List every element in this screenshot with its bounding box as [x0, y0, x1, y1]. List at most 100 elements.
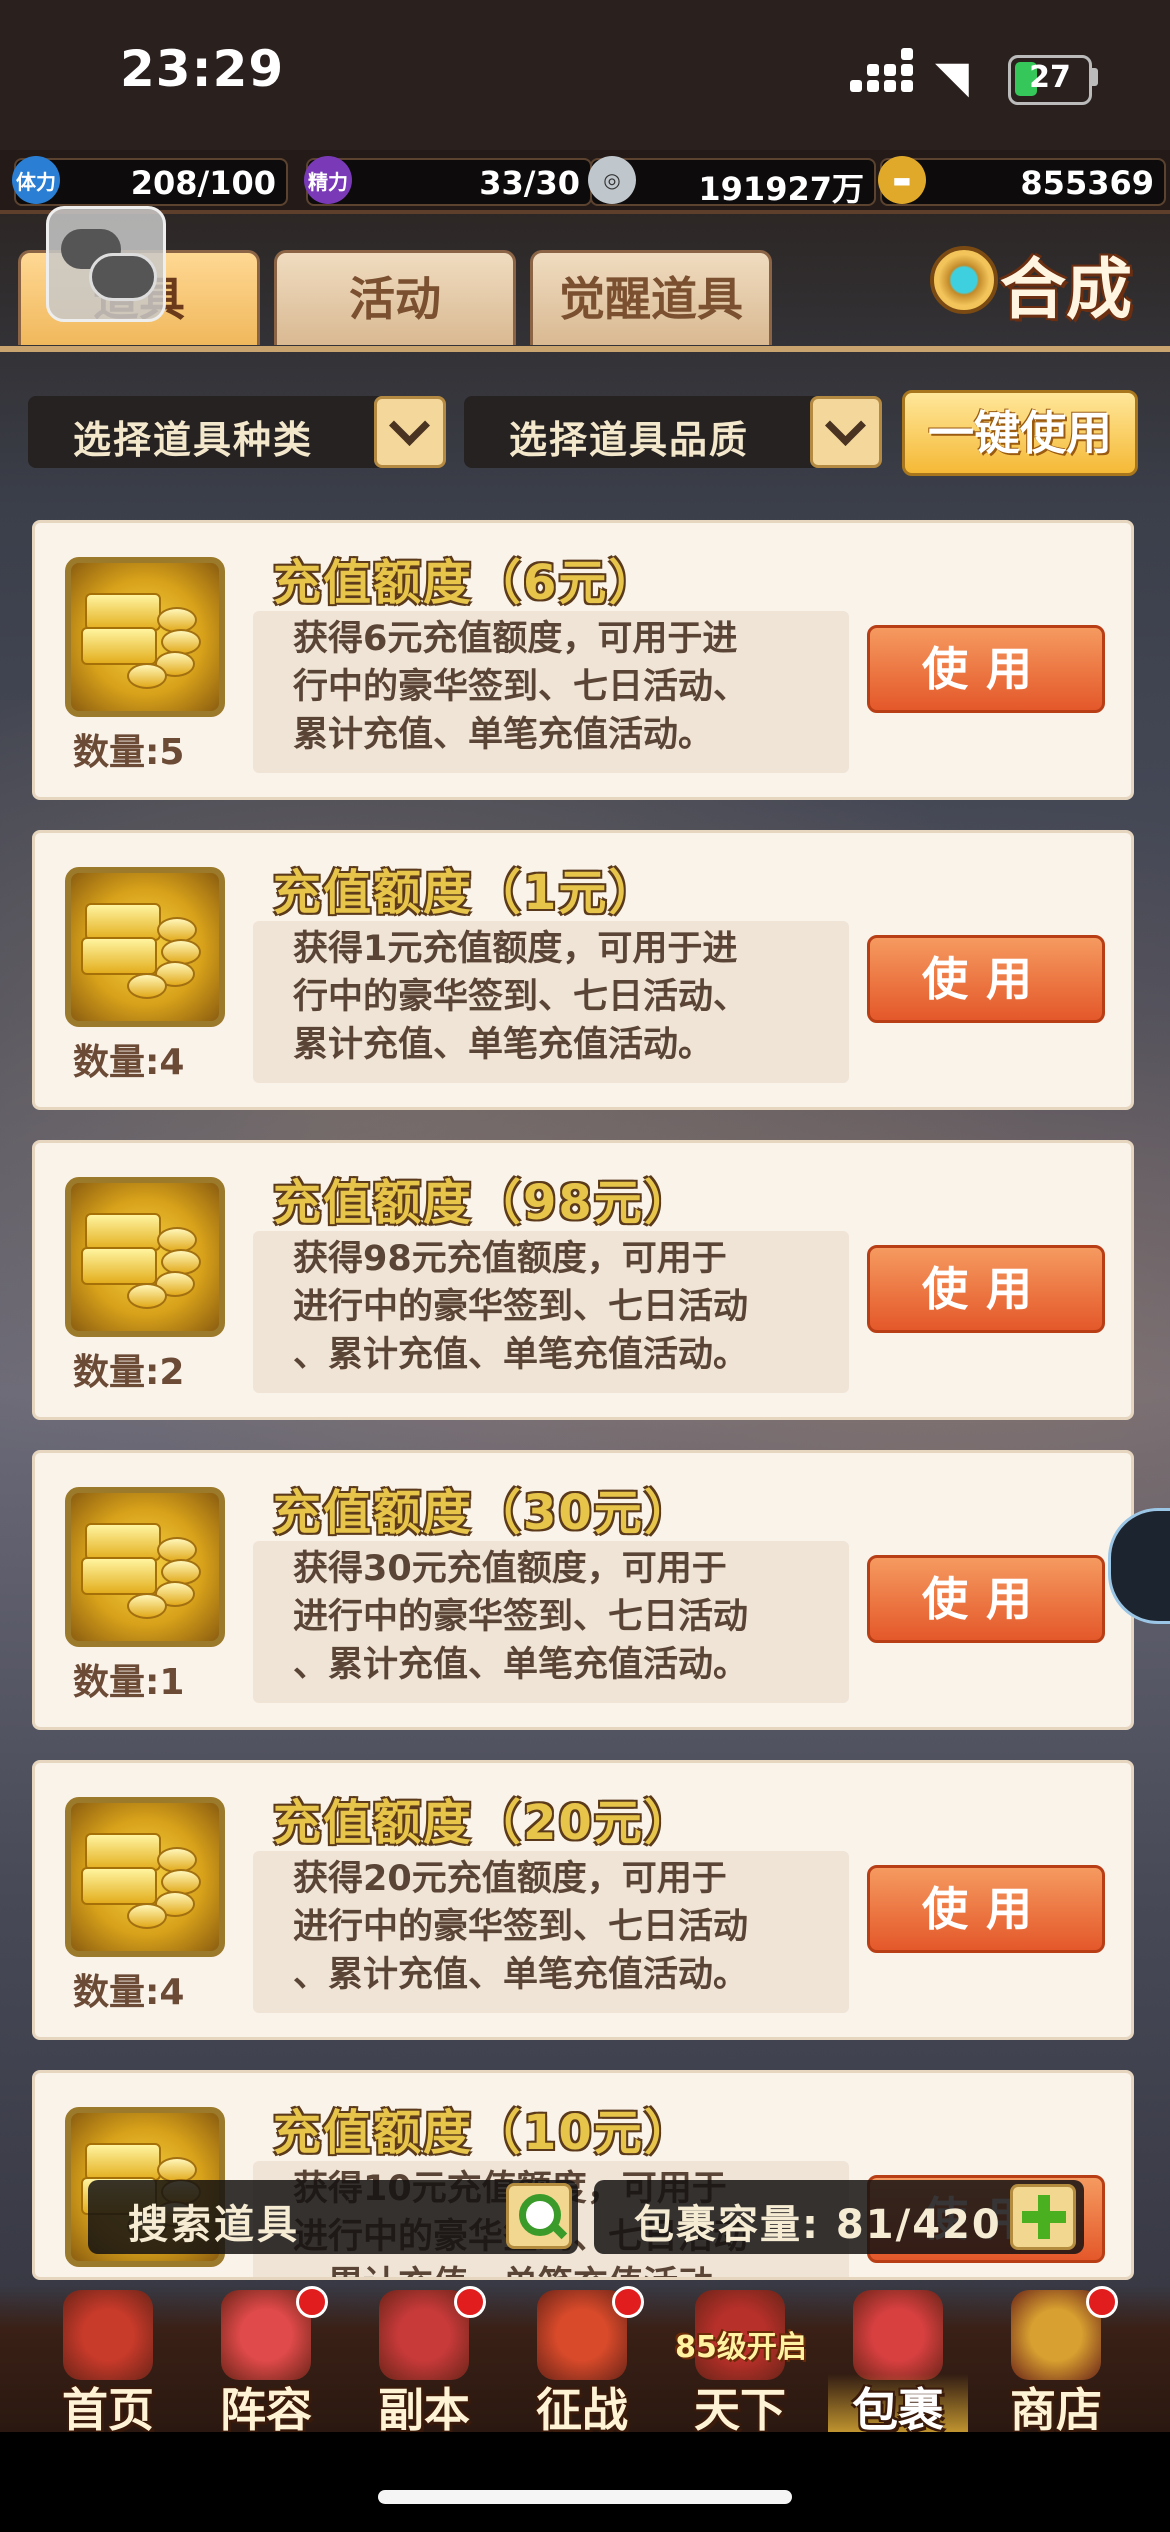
- nav-item[interactable]: 商店: [986, 2286, 1126, 2437]
- notification-dot: [296, 2286, 328, 2318]
- resource-energy[interactable]: 精力 33/30: [304, 156, 592, 206]
- item-description-line: 获得6元充值额度，可用于进: [293, 619, 738, 659]
- search-items-bar[interactable]: 搜索道具: [88, 2180, 578, 2254]
- item-type-label: 选择道具种类: [73, 418, 314, 462]
- resource-bar: 体力 208/100 精力 33/30 ◎ 191927万 ▬ 855369: [0, 150, 1170, 214]
- divider: [0, 346, 1170, 352]
- resource-ingots[interactable]: ▬ 855369: [878, 156, 1166, 206]
- status-bar: 23:29 ◥ 27: [0, 0, 1170, 150]
- item-quantity: 数量:1: [73, 1662, 185, 1703]
- home-indicator[interactable]: [378, 2490, 792, 2504]
- resource-coins[interactable]: ◎ 191927万: [588, 156, 876, 208]
- item-card[interactable]: 数量:2 充值额度（98元） 获得98元充值额度，可用于 进行中的豪华签到、七日活动、…: [32, 1140, 1134, 1420]
- cellular-signal-icon: [850, 48, 914, 98]
- item-type-select[interactable]: 选择道具种类: [28, 396, 446, 468]
- nav-label: 征战: [536, 2383, 628, 2437]
- item-description: 获得30元充值额度，可用于 进行中的豪华签到、七日活动 、累计充值、单笔充值活动。: [253, 1541, 849, 1703]
- item-description-line: 获得1元充值额度，可用于进: [293, 929, 738, 969]
- compass-gem-icon: [930, 246, 998, 314]
- level-unlock-badge: 85级开启: [675, 2330, 807, 2365]
- item-description-line: 进行中的豪华签到、七日活动: [293, 1287, 749, 1327]
- item-description-line: 获得30元充值额度，可用于: [293, 1549, 727, 1589]
- item-description-line: 、累计充值、单笔充值活动。: [293, 1335, 749, 1375]
- item-title: 充值额度（98元）: [273, 1175, 694, 1231]
- gold-bar-icon: [65, 1177, 225, 1337]
- item-card[interactable]: 数量:5 充值额度（6元） 获得6元充值额度，可用于进 行中的豪华签到、七日活动、 累计…: [32, 520, 1134, 800]
- nav-item[interactable]: 副本: [354, 2286, 494, 2437]
- item-description-line: 、累计充值、单笔充值活动。: [293, 1955, 749, 1995]
- resource-stamina[interactable]: 体力 208/100: [12, 156, 288, 206]
- nav-item[interactable]: 首页: [38, 2286, 178, 2437]
- chat-button[interactable]: [46, 206, 166, 322]
- use-button[interactable]: 使用: [867, 1555, 1105, 1643]
- item-description-line: 、累计充值、单笔充值活动。: [293, 1645, 749, 1685]
- nav-label: 首页: [62, 2383, 154, 2437]
- item-description-line: 累计充值、单笔充值活动。: [293, 715, 714, 755]
- nav-item[interactable]: 85级开启天下: [670, 2286, 810, 2437]
- item-description-line: 获得98元充值额度，可用于: [293, 1239, 727, 1279]
- item-quantity: 数量:5: [73, 732, 185, 773]
- item-description: 获得1元充值额度，可用于进 行中的豪华签到、七日活动、 累计充值、单笔充值活动。: [253, 921, 849, 1083]
- use-button[interactable]: 使用: [867, 625, 1105, 713]
- search-icon[interactable]: [506, 2183, 572, 2249]
- item-description-line: 进行中的豪华签到、七日活动: [293, 1907, 749, 1947]
- notification-dot: [454, 2286, 486, 2318]
- coins-value: 191927万: [698, 170, 864, 208]
- chevron-down-icon: [810, 396, 882, 468]
- item-card[interactable]: 数量:1 充值额度（30元） 获得30元充值额度，可用于 进行中的豪华签到、七日活动、…: [32, 1450, 1134, 1730]
- ingots-value: 855369: [1020, 164, 1154, 202]
- bottom-safe-area: [0, 2432, 1170, 2532]
- nav-label: 包裹: [828, 2374, 968, 2440]
- item-card[interactable]: 数量:4 充值额度（20元） 获得20元充值额度，可用于 进行中的豪华签到、七日活动、…: [32, 1760, 1134, 2040]
- item-quantity: 数量:4: [73, 1042, 185, 1083]
- bag-capacity-bar: 包裹容量: 81/420: [594, 2180, 1084, 2254]
- item-title: 充值额度（6元）: [273, 555, 659, 611]
- item-description: 获得98元充值额度，可用于 进行中的豪华签到、七日活动 、累计充值、单笔充值活动。: [253, 1231, 849, 1393]
- synthesis-button[interactable]: 合成: [928, 236, 1138, 336]
- gold-ingot-icon: ▬: [878, 156, 926, 204]
- coin-icon: ◎: [588, 156, 636, 204]
- nav-label: 阵容: [220, 2383, 312, 2437]
- one-key-use-button[interactable]: 一键使用: [902, 390, 1138, 476]
- battery-level: 27: [1029, 60, 1071, 95]
- item-description-line: 累计充值、单笔充值活动。: [293, 1025, 714, 1065]
- item-quality-select[interactable]: 选择道具品质: [464, 396, 882, 468]
- search-label: 搜索道具: [128, 2202, 300, 2248]
- nav-item[interactable]: 阵容: [196, 2286, 336, 2437]
- nav-label: 天下: [694, 2383, 786, 2437]
- item-quantity: 数量:4: [73, 1972, 185, 2013]
- nav-item[interactable]: 征战: [512, 2286, 652, 2437]
- item-description-line: 行中的豪华签到、七日活动、: [293, 667, 749, 707]
- item-description-line: 进行中的豪华签到、七日活动: [293, 1597, 749, 1637]
- stamina-value: 208/100: [130, 164, 276, 202]
- bottom-navigation: 首页 阵容 副本 征战 85级开启天下 包裹 商店: [0, 2286, 1170, 2440]
- expand-capacity-plus-icon[interactable]: [1010, 2184, 1076, 2250]
- clock: 23:29: [120, 40, 285, 98]
- chat-bubble-icon: [89, 253, 157, 301]
- nav-label: 商店: [1010, 2383, 1102, 2437]
- use-button[interactable]: 使用: [867, 1865, 1105, 1953]
- gold-bar-icon: [65, 1797, 225, 1957]
- item-quality-label: 选择道具品质: [509, 418, 750, 462]
- item-card[interactable]: 数量:4 充值额度（1元） 获得1元充值额度，可用于进 行中的豪华签到、七日活动、 累计…: [32, 830, 1134, 1110]
- tab-activity[interactable]: 活动: [274, 250, 516, 345]
- use-button[interactable]: 使用: [867, 935, 1105, 1023]
- notification-dot: [1086, 2286, 1118, 2318]
- use-button[interactable]: 使用: [867, 1245, 1105, 1333]
- item-title: 充值额度（1元）: [273, 865, 659, 921]
- synthesis-label: 合成: [1000, 251, 1132, 328]
- item-description: 获得20元充值额度，可用于 进行中的豪华签到、七日活动 、累计充值、单笔充值活动。: [253, 1851, 849, 2013]
- palace-icon: [63, 2290, 153, 2380]
- stamina-icon: 体力: [12, 156, 60, 204]
- capacity-label: 包裹容量: 81/420: [634, 2202, 1002, 2248]
- tab-awakening-items[interactable]: 觉醒道具: [530, 250, 772, 345]
- gold-bar-icon: [65, 867, 225, 1027]
- item-description: 获得6元充值额度，可用于进 行中的豪华签到、七日活动、 累计充值、单笔充值活动。: [253, 611, 849, 773]
- item-quantity: 数量:2: [73, 1352, 185, 1393]
- gold-bar-icon: [65, 557, 225, 717]
- item-description-line: 获得20元充值额度，可用于: [293, 1859, 727, 1899]
- nav-item[interactable]: 包裹: [828, 2286, 968, 2440]
- gold-bar-icon: [65, 1487, 225, 1647]
- battery-icon: 27: [1008, 55, 1092, 105]
- chevron-down-icon: [374, 396, 446, 468]
